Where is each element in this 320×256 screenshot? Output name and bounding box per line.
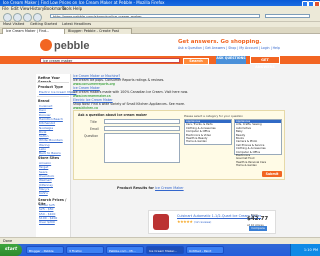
taskbar-item[interactable]: Pebble.com - Mi... (106, 246, 144, 254)
title-label: Title (90, 120, 97, 124)
email-label: Email (90, 127, 99, 131)
home-icon[interactable] (33, 13, 42, 22)
search-box[interactable] (265, 14, 310, 18)
search-button[interactable]: Search (183, 57, 209, 65)
category-option[interactable]: Home & Garden (185, 140, 231, 143)
page-content: pebble Get answers. Go shopping. Ask a Q… (0, 34, 320, 237)
pebble-logo-text[interactable]: pebble (54, 40, 89, 52)
tab-strip: Ice Cream Maker | Find... Blogger: Pebbl… (0, 27, 320, 34)
rating-stars-icon: ★★★★★ (177, 219, 193, 224)
brand-link[interactable]: Back to Basics (39, 151, 61, 155)
review-count-link[interactable]: (12 reviews) (194, 220, 211, 224)
faq-item: Ice Cream Maker Ice cream makers made wi… (73, 86, 283, 98)
search-bar: ice cream maker Search ASK QUESTIONS GET… (0, 56, 320, 69)
refine-sidebar: Refine Your Search Product Type Electric… (36, 74, 76, 237)
subcategory-option[interactable]: Home & Garden (235, 164, 281, 167)
store-title: Store Sites (38, 156, 60, 160)
product-results-title: Product Results for Ice Cream Maker (117, 186, 184, 190)
store-link[interactable]: Kohl's (39, 191, 48, 195)
product-type-title: Product Type (38, 85, 63, 89)
get-answers-button[interactable]: GET ANSWERS (250, 56, 280, 69)
email-input[interactable] (104, 126, 180, 131)
top-links[interactable]: Ask a Question | Get Answers | Shop | My… (178, 46, 280, 50)
price-range-link[interactable]: Over $200 (39, 220, 55, 224)
product-card: Cuisinart Automatic 1-1/2-Quart Ice Crea… (148, 210, 276, 234)
divider (37, 82, 69, 83)
system-tray: 1:10 PM (290, 244, 320, 256)
submit-button[interactable]: Submit (262, 171, 282, 177)
forward-icon[interactable] (13, 13, 22, 22)
product-price: $42.77 (247, 216, 269, 222)
search-input[interactable]: ice cream maker (40, 57, 180, 63)
taskbar-item[interactable]: Ice Cream Maker... (146, 246, 184, 254)
ask-form-title: Ask a question about Ice cream maker (78, 113, 147, 117)
divider (37, 96, 69, 97)
windows-taskbar: start Blogger - Pebble 3 Firefox Pebble.co… (0, 244, 320, 256)
compare-button[interactable]: Compare (249, 226, 267, 231)
product-image[interactable] (153, 214, 169, 230)
subcategory-select[interactable]: Appliances Arts, Crafts, Sewing Automotive… (234, 119, 282, 167)
title-input[interactable] (104, 119, 180, 124)
back-icon[interactable] (3, 13, 12, 22)
faq-item: Ice Cream Maker or Machine? Ice cream ic… (73, 74, 283, 86)
ask-question-form: Ask a question about Ice cream maker Tit… (73, 110, 285, 180)
address-bar[interactable]: http://www.pebble.com/shopping/ice-cream… (50, 14, 260, 18)
clock: 1:10 PM (303, 248, 318, 252)
pebble-logo-icon[interactable] (40, 39, 52, 51)
faq-item: Electric Ice Cream Maker Shop Now! Find … (73, 98, 283, 110)
taskbar-item[interactable]: Untitled - Paint (186, 246, 224, 254)
brand-title: Brand (38, 99, 50, 103)
reload-icon[interactable] (23, 13, 32, 22)
taskbar-item[interactable]: 3 Firefox (66, 246, 104, 254)
category-select[interactable]: Appliances Cars, Trucks, & Parts Clothing … (184, 119, 232, 145)
category-prompt: Please select a category for your questi… (184, 114, 244, 118)
product-type-link[interactable]: Electric Ice Cream Maker (39, 90, 76, 94)
question-label: Question (84, 134, 99, 138)
question-textarea[interactable] (104, 133, 180, 163)
navigation-toolbar: http://www.pebble.com/shopping/ice-cream… (0, 11, 320, 22)
ask-questions-button[interactable]: ASK QUESTIONS (216, 56, 246, 64)
taskbar-item[interactable]: Blogger - Pebble (26, 246, 64, 254)
site-tagline: Get answers. Go shopping. (178, 39, 262, 45)
status-bar: Done (0, 237, 320, 244)
product-query-link[interactable]: Ice Cream Maker (155, 186, 184, 190)
start-button[interactable]: start (0, 244, 22, 256)
